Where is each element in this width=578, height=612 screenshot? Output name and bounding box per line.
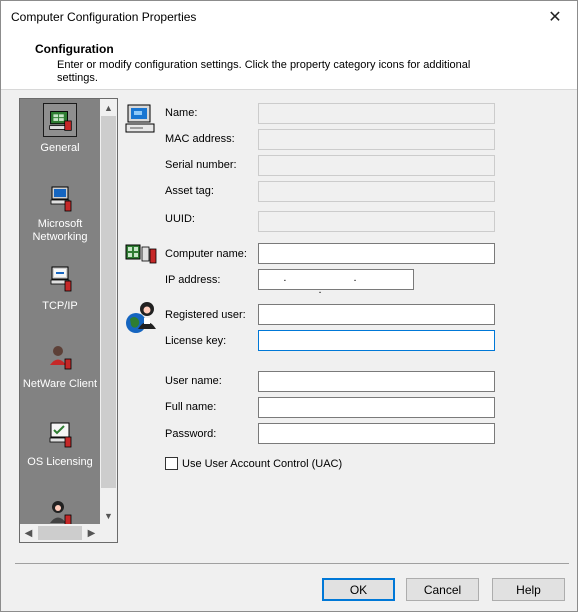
registered-user-field[interactable] <box>258 304 495 325</box>
asset-tag-field[interactable] <box>258 181 495 202</box>
uac-checkbox[interactable] <box>165 457 178 470</box>
general-computer-icon <box>43 103 77 137</box>
uuid-field[interactable] <box>258 211 495 232</box>
category-microsoft-networking[interactable]: Microsoft Networking <box>20 181 100 244</box>
user-icon <box>50 501 72 524</box>
user-name-field[interactable] <box>258 371 495 392</box>
category-os-licensing[interactable]: OS Licensing <box>20 417 100 469</box>
computer-configuration-dialog: Computer Configuration Properties ✕ Conf… <box>0 0 578 612</box>
horizontal-scrollbar[interactable]: ◀ ▶ <box>20 524 100 542</box>
category-user[interactable] <box>20 495 100 524</box>
category-label: General <box>40 142 80 154</box>
category-general[interactable]: General <box>20 103 100 155</box>
category-pane: General Microsoft Networking TCP/IP NetW… <box>19 98 118 543</box>
computer-name-label: Computer name: <box>165 248 247 260</box>
ip-address-field[interactable] <box>258 269 414 290</box>
header-title: Configuration <box>35 42 114 56</box>
name-field[interactable] <box>258 103 495 124</box>
category-label: TCP/IP <box>42 300 78 312</box>
registered-user-label: Registered user: <box>165 309 246 321</box>
vertical-scroll-thumb[interactable] <box>101 116 116 488</box>
footer-divider <box>15 563 569 564</box>
uac-checkbox-label: Use User Account Control (UAC) <box>182 457 343 470</box>
uuid-label: UUID: <box>165 213 195 225</box>
license-key-field[interactable] <box>258 330 495 351</box>
category-netware-client[interactable]: NetWare Client <box>20 339 100 391</box>
ok-button[interactable]: OK <box>322 578 395 601</box>
window-title: Computer Configuration Properties <box>11 10 197 24</box>
full-name-field[interactable] <box>258 397 495 418</box>
category-label: OS Licensing <box>27 456 93 468</box>
cancel-button[interactable]: Cancel <box>406 578 479 601</box>
license-key-label: License key: <box>165 335 227 347</box>
network-icon <box>125 244 157 264</box>
name-label: Name: <box>165 107 198 119</box>
category-tcpip[interactable]: TCP/IP <box>20 261 100 313</box>
header-description: Enter or modify configuration settings. … <box>57 59 471 84</box>
category-label: NetWare Client <box>22 378 98 390</box>
netware-client-icon <box>50 346 72 370</box>
serial-number-field[interactable] <box>258 155 495 176</box>
uac-checkbox-row[interactable]: Use User Account Control (UAC) <box>165 457 342 470</box>
password-field[interactable] <box>258 423 495 444</box>
horizontal-scroll-thumb[interactable] <box>38 526 82 540</box>
scroll-left-icon[interactable]: ◀ <box>20 524 37 542</box>
scroll-up-icon[interactable]: ▲ <box>100 99 117 116</box>
close-button[interactable]: ✕ <box>533 1 577 32</box>
registered-user-icon <box>126 302 156 333</box>
asset-tag-label: Asset tag: <box>165 185 214 197</box>
ip-address-label: IP address: <box>165 274 221 286</box>
microsoft-networking-icon <box>50 186 72 212</box>
mac-address-label: MAC address: <box>165 133 235 145</box>
computer-identity-icon <box>125 104 155 133</box>
dialog-header: Configuration Enter or modify configurat… <box>1 32 577 90</box>
category-list: General Microsoft Networking TCP/IP NetW… <box>20 99 100 524</box>
tcpip-icon <box>50 266 72 292</box>
help-button[interactable]: Help <box>492 578 565 601</box>
computer-name-field[interactable] <box>258 243 495 264</box>
mac-address-field[interactable] <box>258 129 495 150</box>
full-name-label: Full name: <box>165 401 217 413</box>
category-label: Microsoft Networking <box>32 218 88 243</box>
password-label: Password: <box>165 428 217 440</box>
close-icon: ✕ <box>548 8 562 26</box>
vertical-scrollbar[interactable]: ▲ ▼ <box>100 99 117 524</box>
os-licensing-icon <box>49 422 72 448</box>
user-name-label: User name: <box>165 375 222 387</box>
scroll-down-icon[interactable]: ▼ <box>100 507 117 524</box>
title-bar: Computer Configuration Properties ✕ <box>1 1 577 32</box>
scroll-right-icon[interactable]: ▶ <box>83 524 100 542</box>
serial-number-label: Serial number: <box>165 159 237 171</box>
